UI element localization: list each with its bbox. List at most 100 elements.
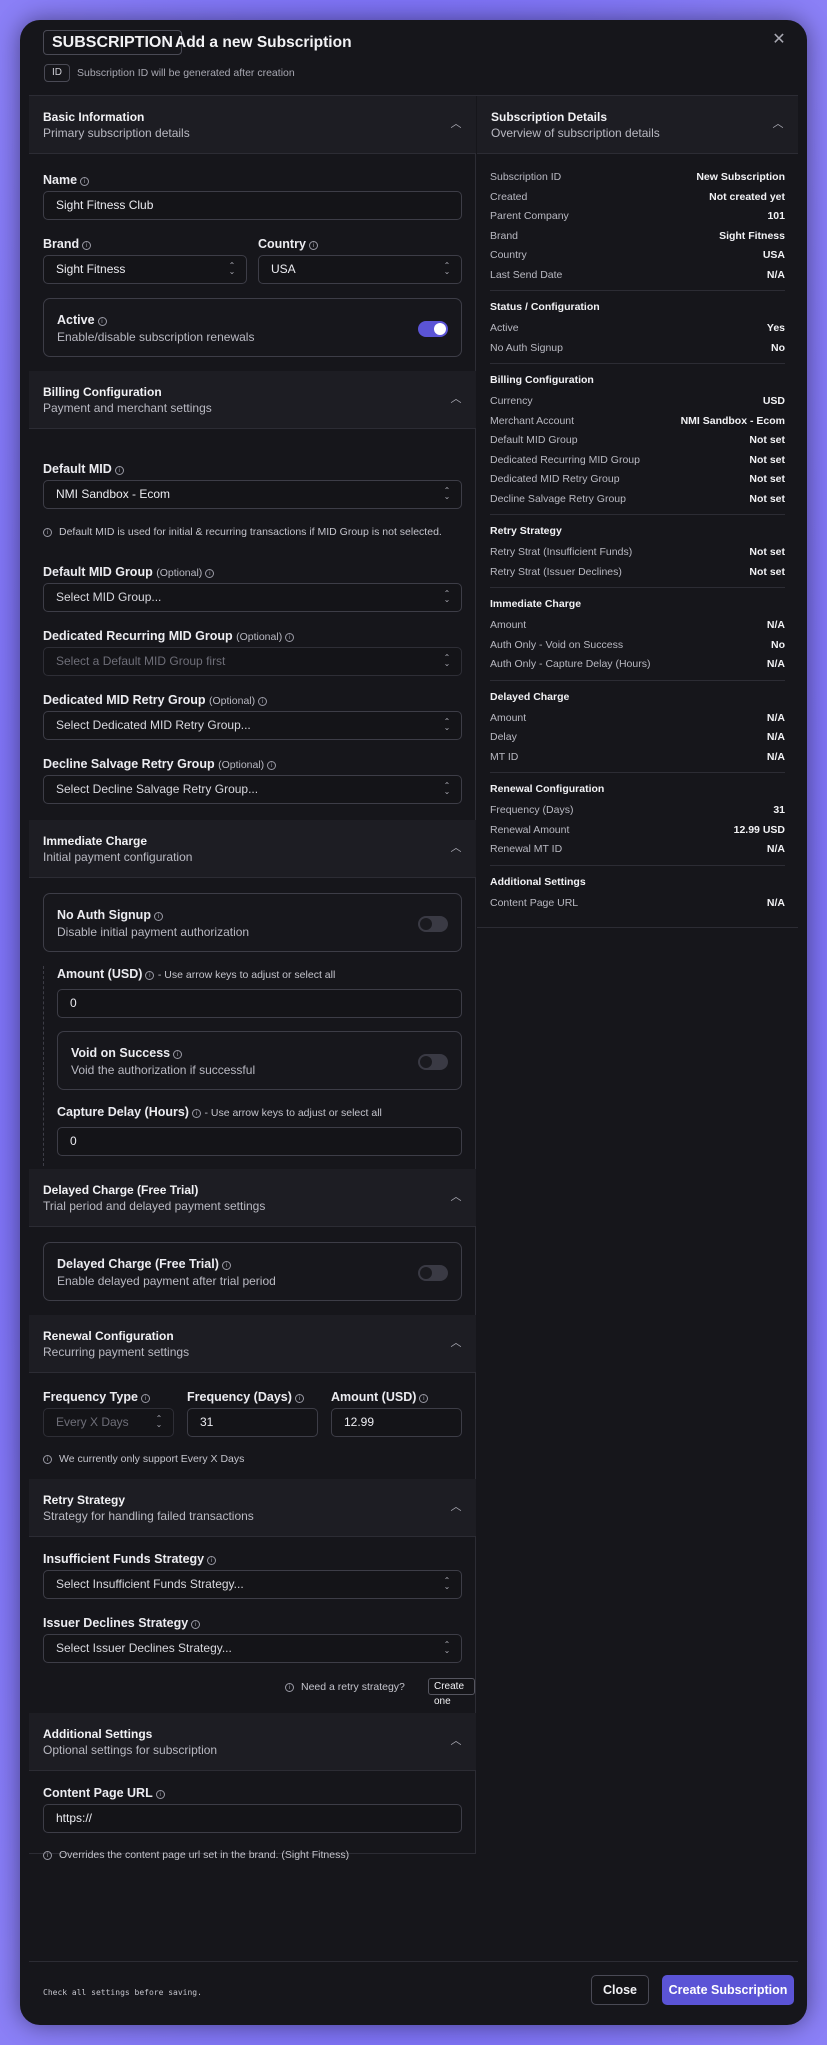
optional-tag: (Optional) bbox=[236, 631, 283, 643]
name-input[interactable]: Sight Fitness Club bbox=[43, 191, 462, 220]
summary-row: Last Send Date N/A bbox=[490, 269, 785, 283]
section-basic-header[interactable]: Basic Information Primary subscription d… bbox=[29, 96, 476, 154]
brand-select[interactable]: Sight Fitness ⌃ ⌄ bbox=[43, 255, 247, 284]
summary-key: Created bbox=[490, 190, 528, 203]
summary-value: N/A bbox=[766, 619, 785, 631]
renewal-note-text: We currently only support Every X Days bbox=[59, 1453, 245, 1465]
no-auth-toggle[interactable] bbox=[418, 916, 448, 932]
section-billing-header[interactable]: Billing Configuration Payment and mercha… bbox=[29, 371, 476, 429]
summary-title: Subscription Details bbox=[491, 110, 608, 124]
close-icon[interactable]: ✕ bbox=[769, 30, 789, 50]
default-mid-select[interactable]: NMI Sandbox - Ecom ⌃ ⌄ bbox=[43, 480, 462, 509]
chevron-up-icon[interactable]: ︿ bbox=[450, 1735, 462, 1747]
create-subscription-button[interactable]: Create Subscription bbox=[662, 1975, 794, 2005]
insufficient-funds-select[interactable]: Select Insufficient Funds Strategy... ⌃ ⌄ bbox=[43, 1570, 462, 1599]
section-renewal-header[interactable]: Renewal Configuration Recurring payment … bbox=[29, 1315, 476, 1373]
salvage-select[interactable]: Select Decline Salvage Retry Group... ⌃ ⌄ bbox=[43, 775, 462, 804]
active-title: Active i bbox=[57, 313, 107, 327]
capture-delay-input[interactable]: 0 bbox=[57, 1127, 462, 1156]
active-toggle-card[interactable]: Active i Enable/disable subscription rene… bbox=[43, 298, 462, 357]
chevron-up-icon[interactable]: ︿ bbox=[450, 393, 462, 405]
section-subtitle: Strategy for handling failed transaction… bbox=[43, 1509, 254, 1523]
summary-divider bbox=[490, 679, 785, 681]
recurring-mid-select[interactable]: Select a Default MID Group first ⌃ ⌄ bbox=[43, 647, 462, 676]
void-toggle-card[interactable]: Void on Success i Void the authorization … bbox=[57, 1031, 462, 1090]
amount-input[interactable]: 0 bbox=[57, 989, 462, 1018]
renewal-amount-input[interactable]: 12.99 bbox=[331, 1408, 462, 1437]
add-subscription-modal: SUBSCRIPTION Add a new Subscription ✕ ID… bbox=[20, 20, 807, 2025]
info-icon: i bbox=[80, 177, 90, 186]
select-arrows-icon: ⌃ ⌄ bbox=[443, 1576, 451, 1591]
summary-key: Auth Only - Capture Delay (Hours) bbox=[490, 658, 651, 670]
info-icon: i bbox=[191, 1620, 201, 1629]
insufficient-funds-label-text: Insufficient Funds Strategy bbox=[43, 1552, 205, 1566]
section-retry-header[interactable]: Retry Strategy Strategy for handling fai… bbox=[29, 1479, 476, 1537]
summary-row: Dedicated Recurring MID Group Not set bbox=[490, 454, 785, 468]
chevron-up-icon[interactable]: ︿ bbox=[450, 1337, 462, 1349]
frequency-type-label: Frequency Type i bbox=[43, 1390, 150, 1404]
insufficient-funds-label: Insufficient Funds Strategy i bbox=[43, 1552, 217, 1566]
delayed-card-subtitle: Enable delayed payment after trial perio… bbox=[57, 1274, 276, 1288]
info-icon: i bbox=[267, 761, 277, 770]
capture-delay-label: Capture Delay (Hours) i - Use arrow keys … bbox=[57, 1105, 382, 1119]
brand-label: Brand i bbox=[43, 237, 92, 251]
no-auth-toggle-card[interactable]: No Auth Signup i Disable initial payment … bbox=[43, 893, 462, 952]
summary-value: N/A bbox=[766, 268, 785, 281]
summary-key: Amount bbox=[490, 619, 527, 631]
select-arrows-icon: ⌃ ⌄ bbox=[443, 1640, 451, 1655]
country-select[interactable]: USA ⌃ ⌄ bbox=[258, 255, 462, 284]
issuer-declines-label: Issuer Declines Strategy i bbox=[43, 1616, 201, 1630]
summary-key: Amount bbox=[490, 711, 527, 724]
mid-group-select[interactable]: Select MID Group... ⌃ ⌄ bbox=[43, 583, 462, 612]
chevron-up-icon[interactable]: ︿ bbox=[450, 1191, 462, 1203]
chevron-up-icon[interactable]: ︿ bbox=[450, 118, 462, 130]
name-label: Name i bbox=[43, 173, 90, 187]
modal-header: SUBSCRIPTION Add a new Subscription ✕ ID… bbox=[20, 20, 807, 95]
issuer-declines-select[interactable]: Select Issuer Declines Strategy... ⌃ ⌄ bbox=[43, 1634, 462, 1663]
summary-row: Delay N/A bbox=[490, 731, 785, 745]
footer-note: Check all settings before saving. bbox=[43, 1988, 202, 1997]
toggle-knob bbox=[420, 918, 432, 930]
mid-group-placeholder: Select MID Group... bbox=[56, 590, 162, 604]
default-mid-note-text: Default MID is used for initial & recurr… bbox=[59, 526, 442, 538]
close-button[interactable]: Close bbox=[591, 1975, 649, 2005]
amount-label-text: Amount (USD) bbox=[57, 967, 143, 981]
section-title: Additional Settings bbox=[43, 1727, 153, 1741]
section-delayed-header[interactable]: Delayed Charge (Free Trial) Trial period… bbox=[29, 1169, 476, 1227]
section-immediate-header[interactable]: Immediate Charge Initial payment configu… bbox=[29, 820, 476, 878]
delayed-toggle[interactable] bbox=[418, 1265, 448, 1281]
summary-value: NMI Sandbox - Ecom bbox=[680, 414, 785, 427]
summary-row: Country USA bbox=[490, 249, 785, 263]
frequency-days-input[interactable]: 31 bbox=[187, 1408, 318, 1437]
modal-body[interactable]: Basic Information Primary subscription d… bbox=[29, 95, 798, 1961]
summary-header[interactable]: Subscription Details Overview of subscri… bbox=[477, 96, 798, 154]
void-subtitle: Void the authorization if successful bbox=[71, 1063, 256, 1077]
summary-group-title: Renewal Configuration bbox=[490, 783, 605, 795]
content-url-input[interactable]: https:// bbox=[43, 1804, 462, 1833]
active-toggle[interactable] bbox=[418, 321, 448, 337]
summary-row: Parent Company 101 bbox=[490, 210, 785, 224]
summary-key: Content Page URL bbox=[490, 896, 579, 909]
info-icon: i bbox=[43, 1851, 52, 1860]
country-select-value: USA bbox=[271, 262, 296, 276]
create-retry-strategy-button[interactable]: Create one bbox=[428, 1678, 475, 1707]
chevron-up-icon[interactable]: ︿ bbox=[772, 118, 784, 130]
delayed-toggle-card[interactable]: Delayed Charge (Free Trial) i Enable dela… bbox=[43, 1242, 462, 1301]
salvage-label: Decline Salvage Retry Group (Optional) i bbox=[43, 757, 277, 771]
chevron-up-icon[interactable]: ︿ bbox=[450, 842, 462, 854]
retry-mid-select[interactable]: Select Dedicated MID Retry Group... ⌃ ⌄ bbox=[43, 711, 462, 740]
chevron-up-icon[interactable]: ︿ bbox=[450, 1501, 462, 1513]
void-toggle[interactable] bbox=[418, 1054, 448, 1070]
brand-select-value: Sight Fitness bbox=[56, 262, 126, 276]
info-icon: i bbox=[308, 241, 318, 250]
section-additional-header[interactable]: Additional Settings Optional settings fo… bbox=[29, 1713, 476, 1771]
summary-row: Currency USD bbox=[490, 395, 785, 409]
summary-group-title: Immediate Charge bbox=[490, 598, 582, 610]
frequency-type-select[interactable]: Every X Days ⌃ ⌄ bbox=[43, 1408, 174, 1437]
summary-value: No bbox=[771, 638, 785, 651]
summary-group-title: Billing Configuration bbox=[490, 374, 594, 386]
section-title: Basic Information bbox=[43, 110, 145, 124]
summary-row: Auth Only - Void on Success No bbox=[490, 639, 785, 653]
content-url-label: Content Page URL i bbox=[43, 1786, 165, 1800]
country-label: Country i bbox=[258, 237, 318, 251]
